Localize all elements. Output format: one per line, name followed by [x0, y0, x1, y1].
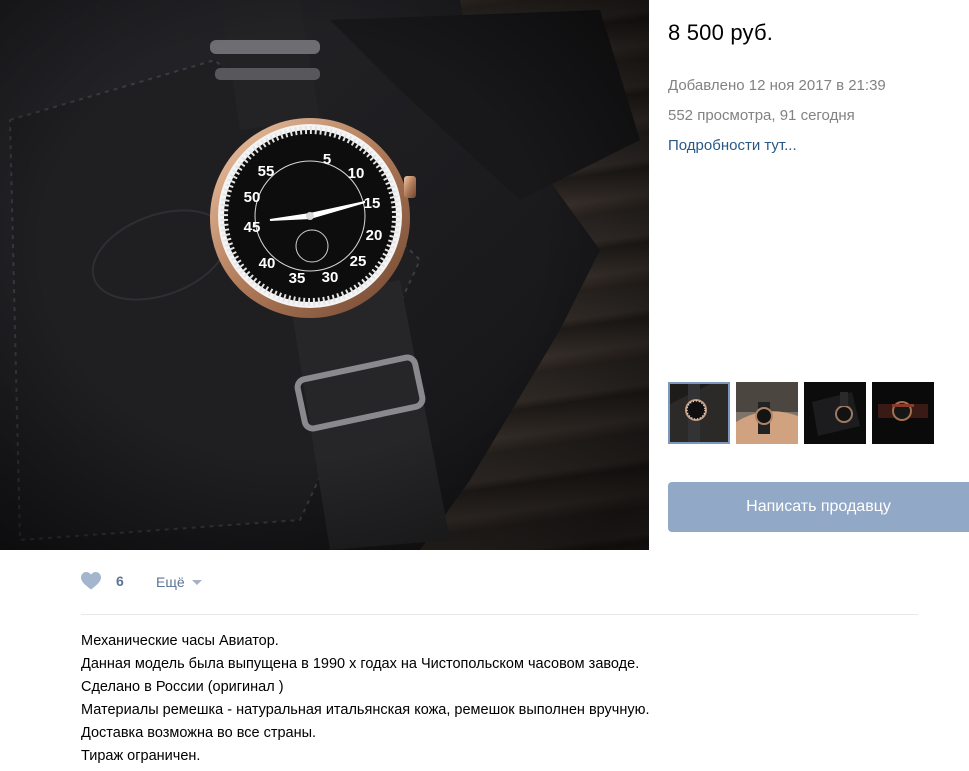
chevron-down-icon — [191, 579, 202, 585]
heart-icon — [81, 572, 101, 590]
watch-photo-icon — [670, 384, 728, 442]
more-label: Ещё — [156, 574, 185, 590]
watch-dark-photo-icon — [872, 382, 934, 444]
description-line: Тираж ограничен. — [81, 748, 201, 764]
added-date: Добавлено 12 ноя 2017 в 21:39 — [668, 77, 886, 94]
watch-on-leather-photo-icon — [804, 382, 866, 444]
watch-on-wrist-photo-icon — [736, 382, 798, 444]
like-button[interactable]: 6 — [81, 572, 124, 590]
watch-illustration: 5 10 15 20 25 30 35 40 45 50 55 — [0, 0, 649, 550]
description-line: Материалы ремешка - натуральная итальянс… — [81, 702, 650, 718]
more-menu[interactable]: Ещё — [156, 574, 202, 590]
write-seller-button[interactable]: Написать продавцу — [668, 482, 969, 532]
details-link[interactable]: Подробности тут... — [668, 137, 797, 154]
thumbnail-2[interactable] — [736, 382, 798, 444]
description-line: Доставка возможна во все страны. — [81, 725, 317, 741]
description-line: Сделано в России (оригинал ) — [81, 679, 284, 695]
thumbnail-1[interactable] — [668, 382, 730, 444]
thumbnail-4[interactable] — [872, 382, 934, 444]
item-price: 8 500 руб. — [668, 20, 774, 45]
product-photo[interactable]: 5 10 15 20 25 30 35 40 45 50 55 — [0, 0, 649, 550]
view-count: 552 просмотра, 91 сегодня — [668, 107, 855, 124]
item-description: Механические часы Авиатор. Данная модель… — [81, 630, 650, 768]
description-line: Данная модель была выпущена в 1990 х год… — [81, 656, 640, 672]
thumbnail-strip — [668, 382, 934, 444]
description-line: Механические часы Авиатор. — [81, 633, 279, 649]
actions-bar: 6 Ещё — [81, 572, 918, 615]
thumbnail-3[interactable] — [804, 382, 866, 444]
like-count: 6 — [116, 573, 124, 589]
